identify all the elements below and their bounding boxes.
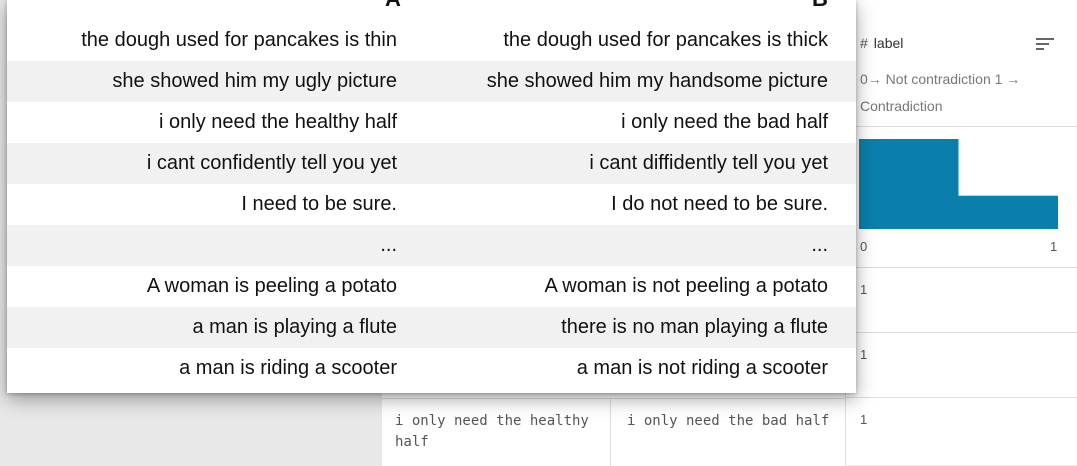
column-header-b: B	[812, 0, 828, 12]
label-column-title[interactable]: # label	[860, 35, 903, 51]
label-column-description: 0→ Not contradiction 1 → Contradiction	[860, 71, 1021, 114]
label-column-name: label	[873, 35, 904, 51]
label-cell: 1	[846, 398, 1077, 462]
table-row: I need to be sure. I do not need to be s…	[7, 184, 856, 225]
sentence-pair-table: A B the dough used for pancakes is thin …	[7, 0, 856, 393]
table-row: i cant confidently tell you yet i cant d…	[7, 143, 856, 184]
label-histogram-chart: 01	[859, 139, 1059, 254]
table-row: the dough used for pancakes is thin the …	[7, 20, 856, 61]
cell-b: ...	[811, 234, 828, 256]
cell-b: there is no man playing a flute	[561, 316, 828, 338]
cell-b: i only need the bad half	[621, 111, 828, 133]
cell-b: I do not need to be sure.	[611, 193, 828, 215]
cell-a: i only need the healthy half	[159, 111, 397, 133]
label-value: 1	[860, 412, 868, 427]
cell-b: the dough used for pancakes is thick	[503, 29, 828, 51]
label-column: # label 0→ Not contradiction 1 → Contradi…	[845, 0, 1077, 465]
table-row-ellipsis: ... ...	[7, 225, 856, 266]
column-header-a: A	[385, 0, 401, 12]
cell-b: she showed him my handsome picture	[486, 70, 828, 92]
cell-a: the dough used for pancakes is thin	[81, 29, 397, 51]
cell-a: a man is playing a flute	[192, 316, 397, 338]
label-cell: 1	[846, 268, 1077, 333]
background-cell-b: i only need the bad half	[627, 413, 830, 429]
number-type-icon: #	[860, 35, 868, 51]
cell-a: I need to be sure.	[241, 193, 397, 215]
label-cell: 1	[846, 333, 1077, 398]
cell-b: A woman is not peeling a potato	[544, 275, 828, 297]
label-value: 1	[860, 282, 868, 297]
table-row: i only need the healthy half i only need…	[7, 102, 856, 143]
sort-icon[interactable]	[1036, 38, 1054, 52]
label-histogram: 01	[846, 127, 1077, 268]
histogram-tick-label: 0	[860, 239, 867, 254]
histogram-bar-0[interactable]	[859, 139, 959, 229]
background-cell-a: i only need the healthy half	[395, 413, 589, 450]
table-row: a man is playing a flute there is no man…	[7, 307, 856, 348]
cell-a: i cant confidently tell you yet	[146, 152, 397, 174]
cell-a: A woman is peeling a potato	[146, 275, 397, 297]
cell-a: she showed him my ugly picture	[112, 70, 397, 92]
cell-a: ...	[380, 234, 397, 256]
cell-b: a man is not riding a scooter	[576, 357, 828, 379]
background-table-row: i only need the healthy half i only need…	[382, 398, 845, 466]
column-divider	[610, 399, 611, 466]
histogram-tick-label: 1	[1050, 239, 1057, 254]
cell-a: a man is riding a scooter	[179, 357, 397, 379]
label-column-header: # label 0→ Not contradiction 1 → Contradi…	[846, 0, 1077, 127]
cell-b: i cant diffidently tell you yet	[589, 152, 828, 174]
table-row: she showed him my ugly picture she showe…	[7, 61, 856, 102]
histogram-bar-1[interactable]	[958, 195, 1059, 229]
table-row: A woman is peeling a potato A woman is n…	[7, 266, 856, 307]
table-row: a man is riding a scooter a man is not r…	[7, 348, 856, 389]
label-value: 1	[860, 347, 868, 362]
